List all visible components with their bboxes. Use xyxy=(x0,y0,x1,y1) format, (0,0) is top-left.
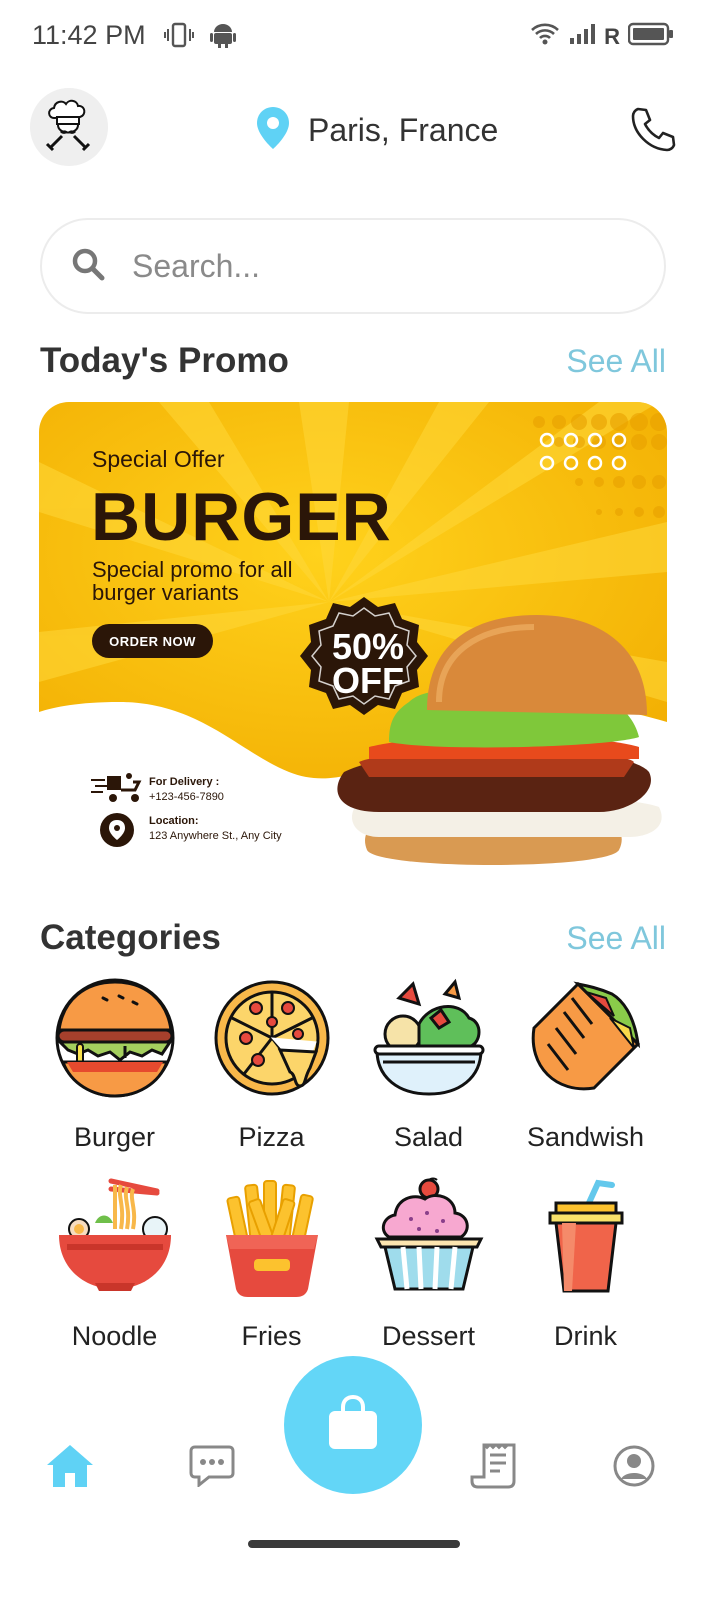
chef-logo[interactable] xyxy=(30,88,108,166)
search-icon xyxy=(70,246,106,287)
search-bar[interactable] xyxy=(40,218,666,314)
category-burger[interactable]: Burger xyxy=(36,976,193,1153)
vibrate-icon xyxy=(164,20,194,55)
home-icon[interactable] xyxy=(40,1436,100,1496)
signal-icon xyxy=(568,22,596,51)
fries-icon xyxy=(212,1175,332,1299)
delivery-label: For Delivery : xyxy=(149,776,220,788)
category-pizza[interactable]: Pizza xyxy=(193,976,350,1153)
status-bar: 11:42 PM R xyxy=(0,0,720,72)
category-salad[interactable]: Salad xyxy=(350,976,507,1153)
android-icon xyxy=(210,20,236,55)
location-label: Location: xyxy=(149,815,199,827)
promo-delivery-info: For Delivery : +123-456-7890 xyxy=(149,775,224,805)
category-dessert[interactable]: Dessert xyxy=(350,1175,507,1352)
category-label: Noodle xyxy=(71,1321,158,1351)
location-address: 123 Anywhere St., Any City xyxy=(149,830,282,842)
promo-kicker: Special Offer xyxy=(92,446,225,472)
promo-description: Special promo for all burger variants xyxy=(92,557,293,605)
salad-icon xyxy=(369,976,489,1100)
promo-banner[interactable]: Special Offer BURGER Special promo for a… xyxy=(39,402,667,880)
cupcake-icon xyxy=(369,1175,489,1299)
category-sandwich[interactable]: Sandwish xyxy=(507,976,664,1153)
phone-icon[interactable] xyxy=(630,106,676,152)
categories-see-all-link[interactable]: See All xyxy=(566,920,666,957)
carrier-label: R xyxy=(604,23,620,49)
noodle-icon xyxy=(55,1175,175,1299)
categories-section-title: Categories xyxy=(40,918,221,957)
category-grid: Burger Pizza Salad Sandwish Noodle Fries… xyxy=(36,976,686,1352)
location-text: Paris, France xyxy=(308,112,499,148)
cart-fab-button[interactable] xyxy=(284,1356,422,1494)
header: Paris, France xyxy=(0,88,720,172)
category-label: Dessert xyxy=(381,1321,476,1351)
home-indicator[interactable] xyxy=(248,1540,460,1548)
category-label: Pizza xyxy=(238,1122,305,1152)
category-label: Fries xyxy=(241,1321,302,1351)
drink-icon xyxy=(526,1175,646,1299)
status-time: 11:42 PM xyxy=(32,20,146,50)
burger-icon xyxy=(55,976,175,1100)
category-label: Drink xyxy=(553,1321,617,1351)
promo-see-all-link[interactable]: See All xyxy=(566,343,666,380)
category-label: Salad xyxy=(393,1122,464,1152)
shopping-bag-icon xyxy=(325,1394,381,1456)
category-noodle[interactable]: Noodle xyxy=(36,1175,193,1352)
category-fries[interactable]: Fries xyxy=(193,1175,350,1352)
pizza-icon xyxy=(212,976,332,1100)
wifi-icon xyxy=(530,22,560,51)
discount-badge-percent: 50% xyxy=(331,626,405,667)
promo-section-title: Today's Promo xyxy=(40,341,289,380)
location-selector[interactable]: Paris, France xyxy=(256,106,498,155)
profile-icon[interactable] xyxy=(604,1436,664,1496)
delivery-phone: +123-456-7890 xyxy=(149,791,224,803)
discount-badge: 50% OFF xyxy=(303,626,433,701)
category-label: Burger xyxy=(73,1122,156,1152)
battery-icon xyxy=(627,22,674,51)
receipt-icon[interactable] xyxy=(464,1436,524,1496)
promo-location-info: Location: 123 Anywhere St., Any City xyxy=(149,814,282,844)
location-pin-icon xyxy=(256,106,290,155)
category-label: Sandwish xyxy=(526,1122,645,1152)
category-drink[interactable]: Drink xyxy=(507,1175,664,1352)
discount-badge-off: OFF xyxy=(332,660,404,701)
order-now-button[interactable]: ORDER NOW xyxy=(92,624,213,658)
chat-icon[interactable] xyxy=(182,1436,242,1496)
promo-location-icon xyxy=(100,813,134,847)
search-input[interactable] xyxy=(132,247,592,285)
sandwich-icon xyxy=(526,976,646,1100)
promo-headline: BURGER xyxy=(91,479,392,555)
